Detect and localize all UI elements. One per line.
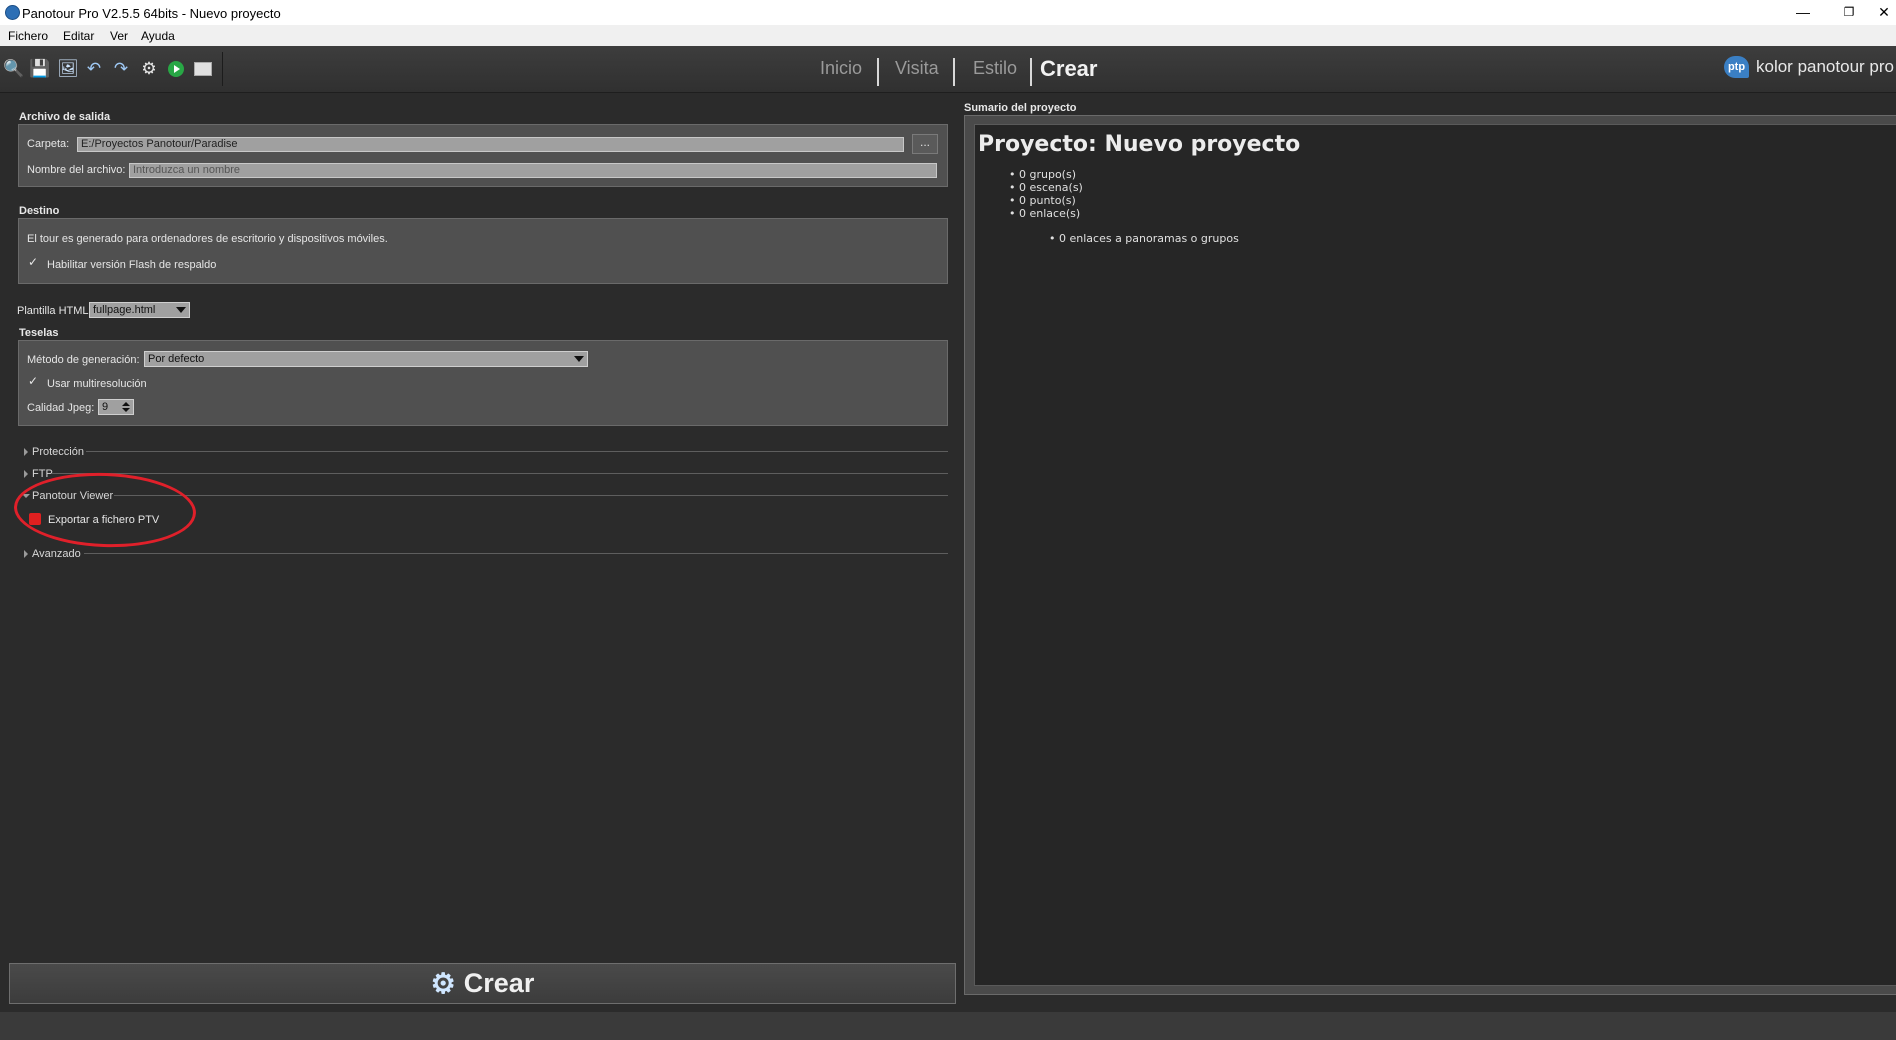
jpeg-value: 9 [102,401,109,413]
minimize-button[interactable]: — [1780,0,1826,25]
expand-arrow-icon [24,470,28,478]
flash-checkbox[interactable]: ✓ [28,256,39,268]
folder-input[interactable]: E:/Proyectos Panotour/Paradise [77,137,904,152]
tab-crear[interactable]: Crear [1040,56,1097,82]
menu-ayuda[interactable]: Ayuda [141,29,175,43]
divider [114,495,948,496]
stepper-up-icon[interactable] [122,402,130,406]
summary-item: • 0 punto(s) [1009,194,1076,207]
tiles-section-title: Teselas [19,327,59,339]
add-image-icon[interactable]: 🖼 [57,59,79,79]
tab-separator [877,58,879,86]
summary-sub-item: • 0 enlaces a panoramas o grupos [1049,232,1239,245]
stepper-down-icon[interactable] [122,408,130,412]
folder-icon[interactable] [193,59,213,79]
destination-group [18,218,948,284]
close-button[interactable]: ✕ [1872,0,1896,25]
brand-text: kolor panotour pro [1756,57,1894,76]
tab-inicio[interactable]: Inicio [820,58,862,79]
multires-label: Usar multiresolución [47,378,147,390]
template-label: Plantilla HTML [17,305,89,317]
gear-icon: ⚙ [430,968,456,999]
summary-panel [974,124,1896,986]
annotation-circle [12,469,198,551]
method-value: Por defecto [148,353,205,365]
menu-fichero[interactable]: Fichero [8,29,48,43]
create-button-label: Crear [463,968,535,998]
summary-item: • 0 escena(s) [1009,181,1083,194]
tab-separator [953,58,955,86]
toolbar: 🔍 💾 🖼 ↶ ↷ ⚙ [0,46,1896,93]
summary-item: • 0 enlace(s) [1009,207,1081,220]
menu-bar: Fichero Editar Ver Ayuda [0,25,1896,46]
restore-button[interactable]: ❐ [1826,0,1872,25]
summary-item: • 0 grupo(s) [1009,168,1076,181]
divider [52,473,948,474]
expand-arrow-icon [24,550,28,558]
tab-visita[interactable]: Visita [895,58,939,79]
menu-ver[interactable]: Ver [110,29,128,43]
filename-label: Nombre del archivo: [27,164,126,176]
save-icon[interactable]: 💾 [29,59,50,79]
template-select[interactable]: fullpage.html [89,302,190,318]
create-button[interactable]: ⚙ Crear [9,963,956,1004]
status-bar [0,1012,1896,1040]
redo-icon[interactable]: ↷ [111,59,131,79]
title-bar: Panotour Pro V2.5.5 64bits - Nuevo proye… [0,0,1896,25]
method-select[interactable]: Por defecto [144,351,588,367]
chevron-down-icon [574,356,584,362]
expand-arrow-icon [24,448,28,456]
add-panorama-icon[interactable]: 🔍 [3,59,24,79]
divider [86,451,948,452]
output-section-title: Archivo de salida [19,111,111,123]
method-label: Método de generación: [27,354,140,366]
menu-editar[interactable]: Editar [63,29,94,43]
undo-icon[interactable]: ↶ [84,59,104,79]
app-icon [5,5,20,20]
jpeg-label: Calidad Jpeg: [27,402,95,414]
summary-title: Proyecto: Nuevo proyecto [978,132,1301,157]
tab-separator [1030,58,1032,86]
destination-description: El tour es generado para ordenadores de … [27,233,388,245]
chevron-down-icon [176,307,186,313]
jpeg-quality-stepper[interactable]: 9 [98,399,134,415]
multires-checkbox[interactable]: ✓ [28,375,39,387]
template-value: fullpage.html [93,304,156,316]
flash-label: Habilitar versión Flash de respaldo [47,259,217,271]
summary-section-title: Sumario del proyecto [964,102,1077,114]
play-icon[interactable] [166,59,186,79]
settings-icon[interactable]: ⚙ [139,59,159,79]
filename-input[interactable]: Introduzca un nombre [129,163,937,178]
folder-label: Carpeta: [27,138,70,150]
divider [84,553,948,554]
toolbar-divider [222,52,223,86]
ptp-logo-icon: ptp [1724,56,1749,78]
tab-estilo[interactable]: Estilo [973,58,1017,79]
destination-section-title: Destino [19,205,60,217]
window-title: Panotour Pro V2.5.5 64bits - Nuevo proye… [22,6,281,21]
browse-button[interactable]: ... [912,134,938,154]
